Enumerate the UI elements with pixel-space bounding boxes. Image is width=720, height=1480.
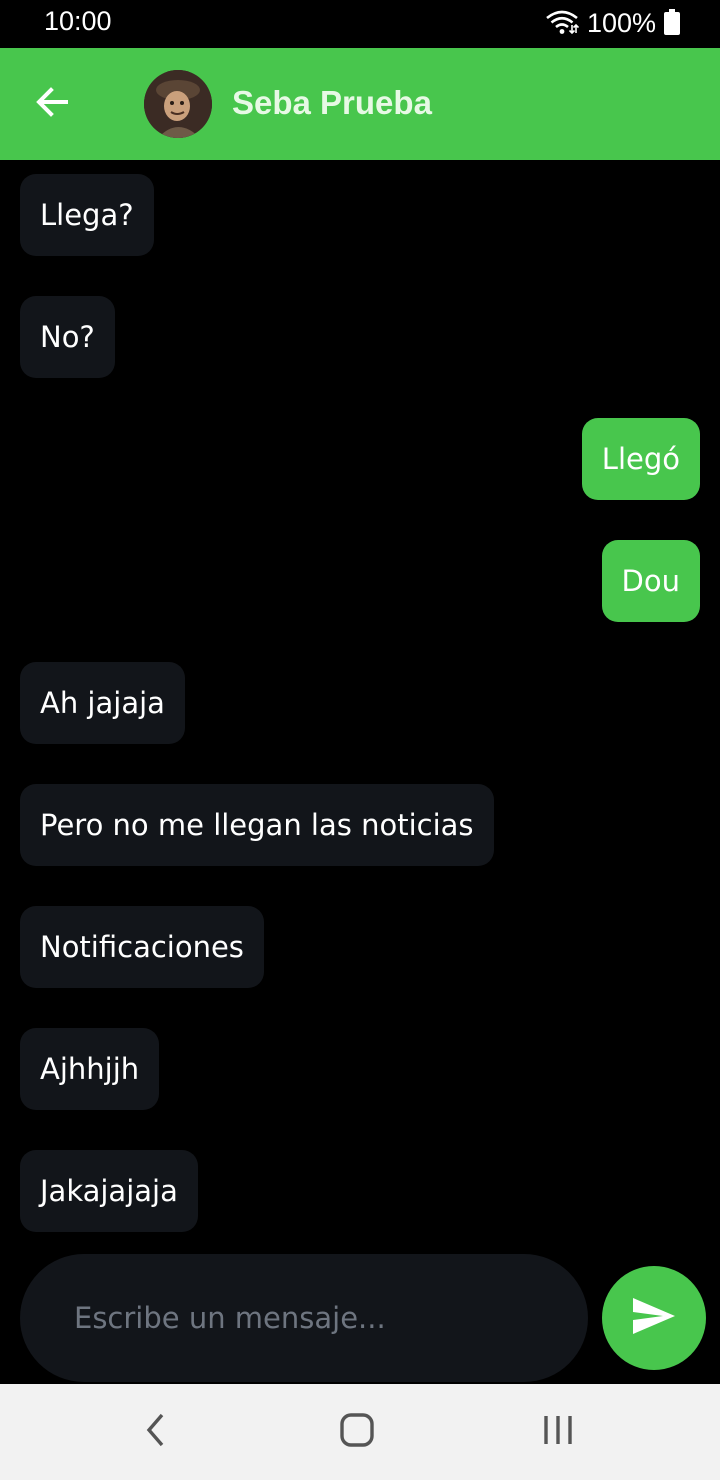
message-text: Ah jajaja xyxy=(40,686,165,720)
wifi-icon xyxy=(545,9,580,39)
message-bubble-outgoing[interactable]: Dou xyxy=(601,540,700,622)
message-text: Dou xyxy=(621,564,680,598)
message-text: Jakajajaja xyxy=(40,1174,178,1208)
contact-name[interactable]: Seba Prueba xyxy=(232,84,432,122)
battery-percent: 100% xyxy=(586,8,656,38)
nav-back-button[interactable] xyxy=(132,1408,180,1456)
avatar[interactable] xyxy=(144,70,212,138)
message-bubble-outgoing[interactable]: Llegó xyxy=(581,418,700,500)
battery-icon xyxy=(664,8,680,39)
message-input[interactable] xyxy=(20,1254,588,1382)
chat-header: Seba Prueba xyxy=(0,48,720,160)
send-button[interactable] xyxy=(602,1266,706,1370)
nav-recents-button[interactable] xyxy=(534,1408,582,1456)
message-text: Notificaciones xyxy=(40,930,244,964)
nav-home-button[interactable] xyxy=(333,1408,381,1456)
status-time: 10:00 xyxy=(44,6,112,36)
message-text: Llegó xyxy=(601,442,680,476)
send-icon xyxy=(631,1296,677,1340)
message-composer xyxy=(0,1250,720,1384)
arrow-left-icon xyxy=(34,84,70,124)
message-text: No? xyxy=(40,320,95,354)
message-text: Pero no me llegan las noticias xyxy=(40,808,474,842)
message-bubble-incoming[interactable]: Ah jajaja xyxy=(20,662,185,744)
message-bubble-incoming[interactable]: Ajhhjjh xyxy=(20,1028,160,1110)
status-bar: 10:00 100% xyxy=(0,0,720,48)
message-bubble-incoming[interactable]: Jakajajaja xyxy=(20,1150,198,1232)
message-bubble-incoming[interactable]: Pero no me llegan las noticias xyxy=(20,784,494,866)
message-text: Ajhhjjh xyxy=(40,1052,140,1086)
back-button[interactable] xyxy=(28,80,76,128)
nav-back-icon xyxy=(144,1412,168,1452)
message-bubble-incoming[interactable]: Llega? xyxy=(20,174,154,256)
nav-home-icon xyxy=(340,1413,374,1451)
nav-recents-icon xyxy=(542,1414,574,1450)
message-list[interactable]: Llega? No? Llegó Dou Ah jajaja Pero no m… xyxy=(0,160,720,1250)
message-bubble-incoming[interactable]: Notificaciones xyxy=(20,906,264,988)
status-icons: 100% xyxy=(545,8,680,39)
system-nav-bar xyxy=(0,1384,720,1480)
message-bubble-incoming[interactable]: No? xyxy=(20,296,115,378)
message-text: Llega? xyxy=(40,198,134,232)
